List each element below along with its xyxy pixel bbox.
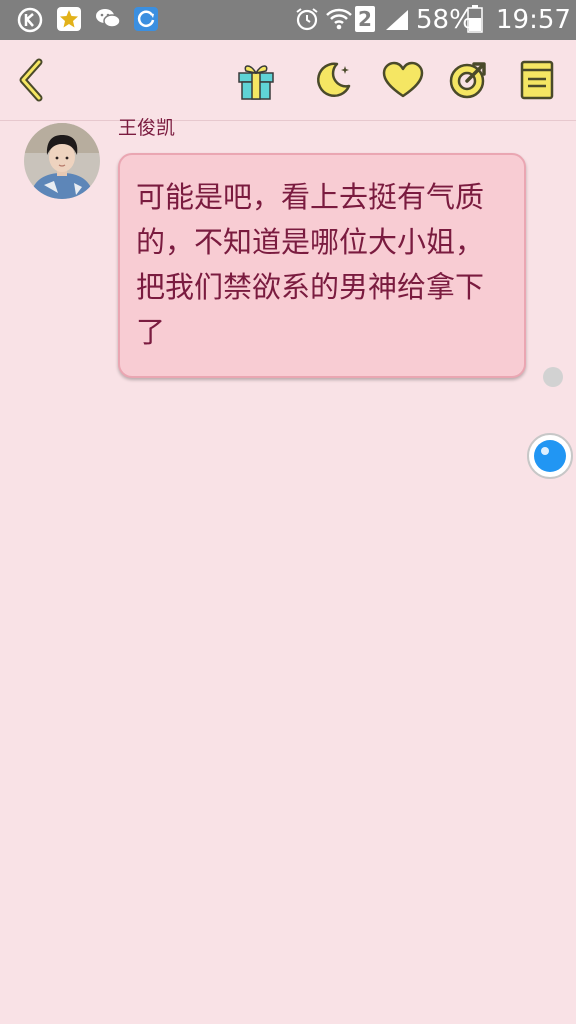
share-icon: [449, 62, 486, 99]
battery-icon: [467, 5, 483, 37]
chat-toolbar: [0, 40, 576, 121]
sim-slot-label: 2: [358, 7, 372, 31]
floating-action-button[interactable]: [526, 432, 574, 480]
like-button[interactable]: [371, 40, 435, 120]
gift-icon: [238, 65, 274, 100]
heart-icon: [382, 61, 424, 98]
share-button[interactable]: [436, 40, 500, 120]
avatar[interactable]: [24, 123, 100, 199]
back-button[interactable]: [0, 40, 64, 120]
sim-2-icon: 2: [355, 6, 375, 32]
wifi-icon: [325, 6, 353, 36]
gift-button[interactable]: [224, 40, 288, 120]
floating-ball-icon: [527, 433, 573, 479]
star-app-icon: [56, 6, 82, 36]
night-mode-button[interactable]: [301, 40, 365, 120]
sender-name: 王俊凯: [118, 117, 176, 139]
message-text: 可能是吧，看上去挺有气质的，不知道是哪位大小姐，把我们禁欲系的男神给拿下了: [136, 180, 485, 349]
sync-app-icon: [133, 6, 159, 36]
note-icon: [520, 60, 554, 100]
clock: 19:57: [496, 5, 571, 35]
moon-icon: [317, 62, 351, 97]
status-bar: 2 58% 19:57: [0, 0, 576, 40]
k-app-icon: [16, 6, 44, 38]
message-status-dot: [543, 367, 563, 387]
back-icon: [19, 58, 43, 102]
message-bubble[interactable]: 可能是吧，看上去挺有气质的，不知道是哪位大小姐，把我们禁欲系的男神给拿下了: [118, 153, 526, 378]
wechat-icon: [94, 6, 122, 36]
battery-percent: 58%: [416, 5, 474, 35]
notes-button[interactable]: [505, 40, 569, 120]
signal-icon: [384, 8, 410, 36]
alarm-icon: [294, 6, 320, 36]
avatar-photo: [24, 123, 100, 199]
chat-area[interactable]: 王俊凯 可能是吧，看上去挺有气质的，不知道是哪位大小姐，把我们禁欲系的男神给拿下…: [0, 117, 576, 1024]
